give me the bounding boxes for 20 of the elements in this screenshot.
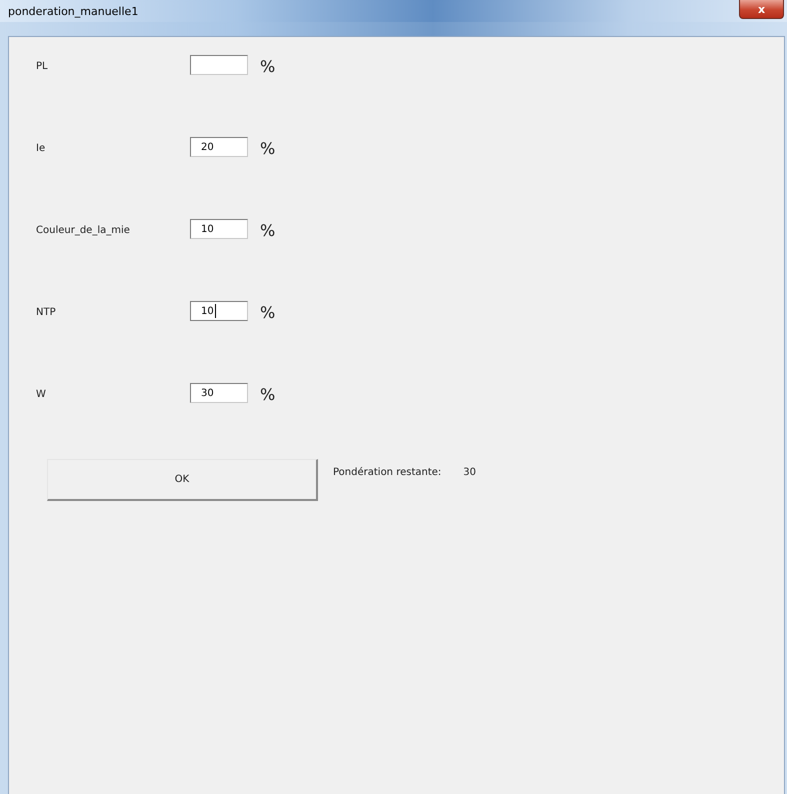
ok-button[interactable]: OK [47,459,318,501]
unit-label: % [260,221,276,240]
input-field[interactable]: 10 [190,301,248,321]
input-field[interactable]: 30 [190,383,248,403]
window-title: ponderation_manuelle1 [8,5,138,18]
field-label: NTP [36,307,57,318]
field-label: Couleur_de_la_mie [36,225,131,236]
unit-label: % [260,385,276,404]
unit-label: % [260,303,276,322]
unit-label: % [260,57,276,76]
input-field[interactable] [190,55,248,75]
field-label: W [36,389,47,400]
input-field[interactable]: 10 [190,219,248,239]
remaining-value: 30 [463,467,476,478]
input-field[interactable]: 20 [190,137,248,157]
unit-label: % [260,139,276,158]
close-button[interactable]: x [739,0,784,19]
field-label: PL [36,61,49,72]
field-label: Ie [36,143,46,154]
remaining-label: Pondération restante: [333,467,442,478]
